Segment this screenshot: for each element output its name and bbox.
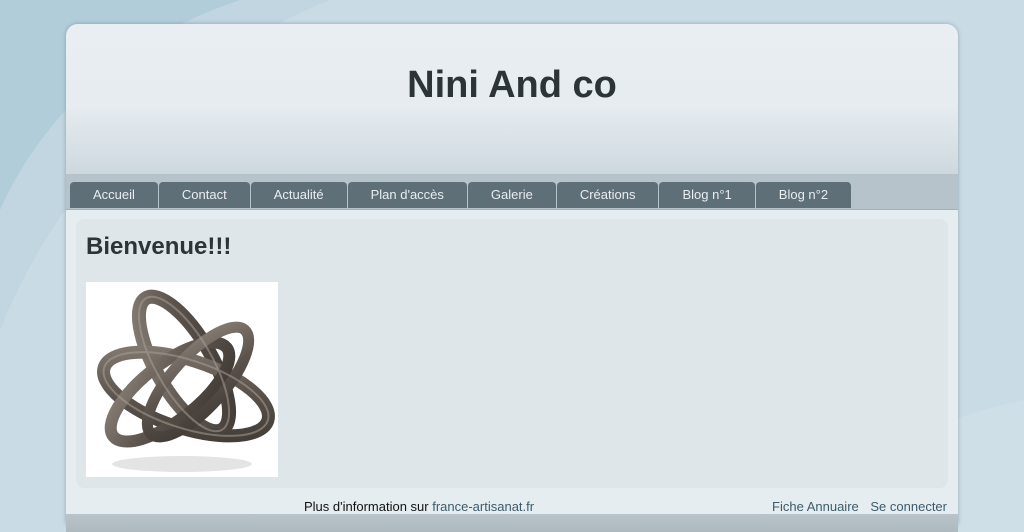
main-navigation: Accueil Contact Actualité Plan d'accès G…: [66, 174, 958, 210]
metal-knot-sculpture-icon: [86, 282, 278, 477]
main-content: Bienvenue!!! Plus d'information sur fran…: [66, 210, 958, 524]
footer-info: Plus d'information sur france-artisanat.…: [304, 499, 534, 514]
footer-artisanat-link[interactable]: france-artisanat.fr: [432, 499, 534, 514]
footer-links: Fiche Annuaire Se connecter: [764, 499, 947, 514]
nav-item-creations[interactable]: Créations: [556, 182, 659, 208]
nav-item-actualite[interactable]: Actualité: [250, 182, 347, 208]
bottom-bar: [66, 514, 958, 532]
fiche-annuaire-link[interactable]: Fiche Annuaire: [772, 499, 859, 514]
content-panel: Bienvenue!!!: [76, 219, 948, 488]
nav-item-contact[interactable]: Contact: [158, 182, 250, 208]
nav-item-blog-2[interactable]: Blog n°2: [755, 182, 852, 208]
page-heading: Bienvenue!!!: [86, 233, 232, 260]
nav-menu: Accueil Contact Actualité Plan d'accès G…: [70, 182, 852, 208]
footer-info-text: Plus d'information sur: [304, 499, 429, 514]
sculpture-image: [86, 282, 278, 477]
nav-item-blog-1[interactable]: Blog n°1: [659, 182, 755, 208]
nav-item-accueil[interactable]: Accueil: [70, 182, 158, 208]
site-title[interactable]: Nini And co: [66, 64, 958, 107]
nav-item-galerie[interactable]: Galerie: [467, 182, 556, 208]
nav-item-plan-acces[interactable]: Plan d'accès: [347, 182, 467, 208]
se-connecter-link[interactable]: Se connecter: [870, 499, 947, 514]
site-header: Nini And co: [66, 24, 958, 174]
site-container: Nini And co Accueil Contact Actualité Pl…: [66, 24, 958, 524]
